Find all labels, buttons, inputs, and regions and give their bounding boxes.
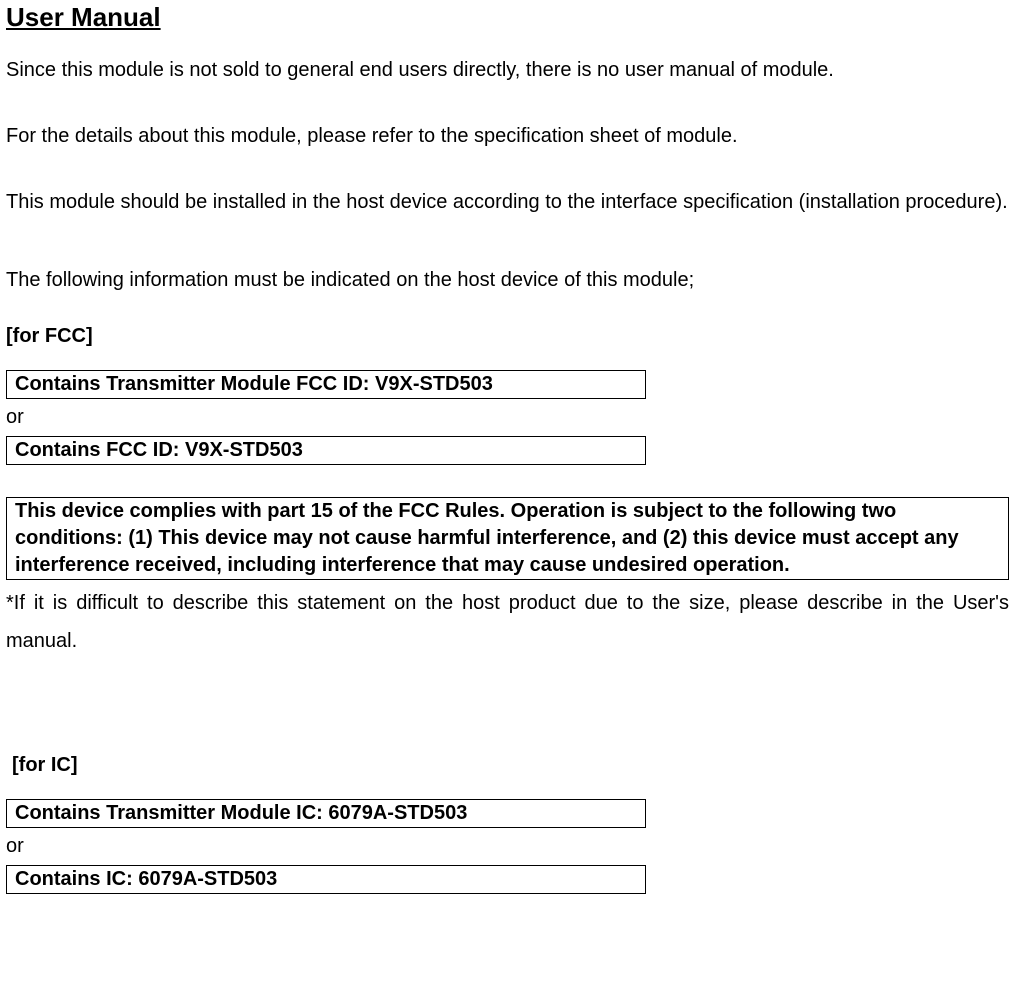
ic-box-1: Contains Transmitter Module IC: 6079A-ST… [6,799,646,828]
fcc-section-label: [for FCC] [6,317,1009,355]
paragraph-lead: The following information must be indica… [6,261,1009,299]
spacer [6,688,1009,736]
paragraph-intro-2: For the details about this module, pleas… [6,117,1009,155]
paragraph-intro-3: This module should be installed in the h… [6,183,1009,221]
fcc-box-1: Contains Transmitter Module FCC ID: V9X-… [6,370,646,399]
ic-or: or [6,832,1009,860]
page-title: User Manual [6,2,1009,33]
document-page: User Manual Since this module is not sol… [0,0,1015,991]
fcc-note: *If it is difficult to describe this sta… [6,584,1009,660]
fcc-or: or [6,403,1009,431]
ic-section-label: [for IC] [12,746,1009,784]
fcc-statement-box: This device complies with part 15 of the… [6,497,1009,580]
fcc-box-2: Contains FCC ID: V9X-STD503 [6,436,646,465]
ic-box-2: Contains IC: 6079A-STD503 [6,865,646,894]
spacer [6,469,1009,497]
paragraph-intro-1: Since this module is not sold to general… [6,51,1009,89]
